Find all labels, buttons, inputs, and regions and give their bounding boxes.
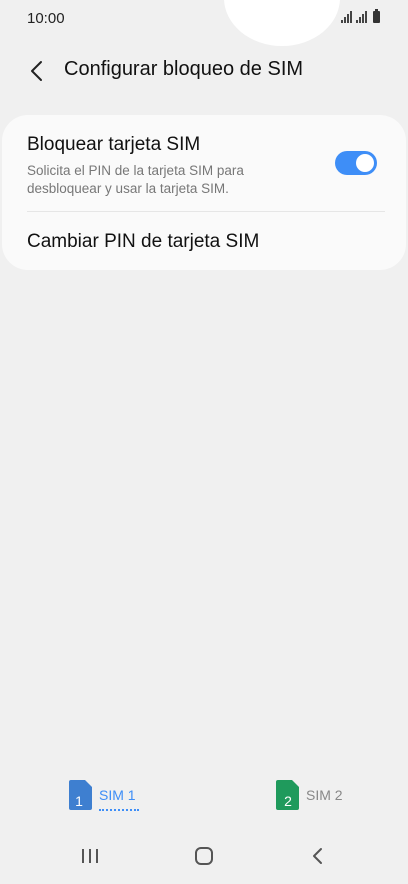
sim-2-label: SIM 2 [306,787,343,803]
status-bar: 10:00 [0,0,408,46]
recent-apps-icon [82,849,98,863]
status-time: 10:00 [27,10,65,27]
signal-icon [341,11,352,23]
settings-card: Bloquear tarjeta SIM Solicita el PIN de … [2,115,406,270]
recent-apps-button[interactable] [70,842,110,870]
nav-back-button[interactable] [298,842,338,870]
sim-card-icon: 2 [276,780,299,810]
change-pin-setting[interactable]: Cambiar PIN de tarjeta SIM [2,212,406,270]
sim-1-label: SIM 1 [99,787,139,811]
change-pin-title: Cambiar PIN de tarjeta SIM [27,231,260,252]
page-title: Configurar bloqueo de SIM [64,58,304,80]
status-icons [341,9,380,23]
home-button[interactable] [184,842,224,870]
home-icon [195,847,213,865]
sim-1-tab[interactable]: 1 SIM 1 [69,780,139,814]
sim-2-number: 2 [284,793,292,809]
sim-card-icon: 1 [69,780,92,810]
sim-1-label-text: SIM 1 [99,787,136,803]
toggle-knob [354,152,376,174]
signal-icon [356,11,367,23]
selected-indicator [99,807,139,811]
back-arrow-icon [31,61,42,81]
lock-sim-subtitle: Solicita el PIN de la tarjeta SIM para d… [27,163,244,196]
lock-sim-title: Bloquear tarjeta SIM [27,134,201,155]
battery-icon [373,9,380,23]
lock-sim-setting[interactable]: Bloquear tarjeta SIM Solicita el PIN de … [2,115,406,211]
back-icon [313,848,322,864]
back-button[interactable] [22,56,52,86]
sim-1-number: 1 [75,793,83,809]
lock-sim-toggle[interactable] [335,151,377,175]
sim-2-tab[interactable]: 2 SIM 2 [276,780,343,814]
camera-notch [224,0,340,46]
